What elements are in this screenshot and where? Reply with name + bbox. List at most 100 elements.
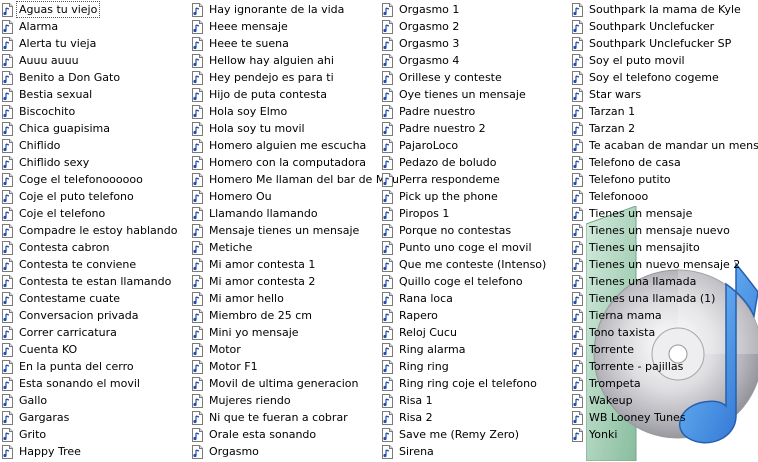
file-item[interactable]: WB Looney Tunes: [572, 409, 758, 426]
file-item[interactable]: Compadre le estoy hablando: [2, 222, 188, 239]
file-item[interactable]: Southpark Unclefucker SP: [572, 35, 758, 52]
file-item[interactable]: Bestia sexual: [2, 86, 188, 103]
file-item[interactable]: Auuu auuu: [2, 52, 188, 69]
file-item[interactable]: Homero con la computadora: [192, 154, 378, 171]
file-item[interactable]: Gargaras: [2, 409, 188, 426]
file-item[interactable]: Contesta te estan llamando: [2, 273, 188, 290]
file-item[interactable]: Mi amor contesta 2: [192, 273, 378, 290]
file-item[interactable]: Chica guapisima: [2, 120, 188, 137]
file-item[interactable]: Contesta te conviene: [2, 256, 188, 273]
file-item[interactable]: Wakeup: [572, 392, 758, 409]
file-item[interactable]: Correr carricatura: [2, 324, 188, 341]
file-item[interactable]: Tierna mama: [572, 307, 758, 324]
file-item[interactable]: Tienes un mensaje nuevo: [572, 222, 758, 239]
file-item[interactable]: Star wars: [572, 86, 758, 103]
file-item[interactable]: Torrente - pajillas: [572, 358, 758, 375]
file-item[interactable]: Contestame cuate: [2, 290, 188, 307]
file-item[interactable]: Rapero: [382, 307, 568, 324]
file-item[interactable]: Grito: [2, 426, 188, 443]
file-item[interactable]: Padre nuestro 2: [382, 120, 568, 137]
file-item[interactable]: Hijo de puta contesta: [192, 86, 378, 103]
file-item[interactable]: Cuenta KO: [2, 341, 188, 358]
file-item[interactable]: Coje el puto telefono: [2, 188, 188, 205]
file-item[interactable]: Ring alarma: [382, 341, 568, 358]
file-item[interactable]: Mi amor hello: [192, 290, 378, 307]
file-item[interactable]: Piropos 1: [382, 205, 568, 222]
file-item[interactable]: Tarzan 1: [572, 103, 758, 120]
file-item[interactable]: Quillo coge el telefono: [382, 273, 568, 290]
file-item[interactable]: Hola soy tu movil: [192, 120, 378, 137]
file-item[interactable]: Que me conteste (Intenso): [382, 256, 568, 273]
file-item[interactable]: Reloj Cucu: [382, 324, 568, 341]
file-item[interactable]: Miembro de 25 cm: [192, 307, 378, 324]
file-item[interactable]: Motor F1: [192, 358, 378, 375]
file-item[interactable]: Te acaban de mandar un mensaje: [572, 137, 758, 154]
file-item[interactable]: Mini yo mensaje: [192, 324, 378, 341]
file-item[interactable]: Benito a Don Gato: [2, 69, 188, 86]
file-item[interactable]: Tienes un mensajito: [572, 239, 758, 256]
file-list-view[interactable]: Aguas tu viejo Alarma Alerta tu vieja Auuu …: [0, 0, 758, 461]
file-item[interactable]: Yonki: [572, 426, 758, 443]
file-item[interactable]: Orgasmo 4: [382, 52, 568, 69]
file-item[interactable]: Hay ignorante de la vida: [192, 1, 378, 18]
file-item[interactable]: Punto uno coge el movil: [382, 239, 568, 256]
file-item[interactable]: Pedazo de boludo: [382, 154, 568, 171]
file-item[interactable]: Orgasmo 3: [382, 35, 568, 52]
file-item[interactable]: Coje el telefono: [2, 205, 188, 222]
file-item[interactable]: Tienes una llamada: [572, 273, 758, 290]
file-item[interactable]: En la punta del cerro: [2, 358, 188, 375]
file-item[interactable]: Esta sonando el movil: [2, 375, 188, 392]
file-item[interactable]: Porque no contestas: [382, 222, 568, 239]
file-item[interactable]: Metiche: [192, 239, 378, 256]
file-item[interactable]: Sirena: [382, 443, 568, 460]
file-item[interactable]: Chiflido: [2, 137, 188, 154]
file-item[interactable]: Padre nuestro: [382, 103, 568, 120]
file-item[interactable]: Coge el telefonoooooo: [2, 171, 188, 188]
file-item[interactable]: Tienes un mensaje: [572, 205, 758, 222]
file-item[interactable]: Contesta cabron: [2, 239, 188, 256]
file-item[interactable]: Soy el puto movil: [572, 52, 758, 69]
file-item[interactable]: Tienes un nuevo mensaje 2: [572, 256, 758, 273]
file-item[interactable]: Alarma: [2, 18, 188, 35]
file-item[interactable]: Homero Ou: [192, 188, 378, 205]
file-item[interactable]: Ni que te fueran a cobrar: [192, 409, 378, 426]
file-item[interactable]: Alerta tu vieja: [2, 35, 188, 52]
file-item[interactable]: Mujeres riendo: [192, 392, 378, 409]
file-item[interactable]: Risa 1: [382, 392, 568, 409]
file-item[interactable]: Mi amor contesta 1: [192, 256, 378, 273]
file-item[interactable]: Save me (Remy Zero): [382, 426, 568, 443]
file-item[interactable]: Hola soy Elmo: [192, 103, 378, 120]
file-item[interactable]: Oye tienes un mensaje: [382, 86, 568, 103]
file-item[interactable]: Perra respondeme: [382, 171, 568, 188]
file-item[interactable]: Soy el telefono cogeme: [572, 69, 758, 86]
file-item[interactable]: Happy Tree: [2, 443, 188, 460]
file-item[interactable]: Telefono de casa: [572, 154, 758, 171]
file-item[interactable]: Homero Me llaman del bar de Mou: [192, 171, 399, 188]
file-item[interactable]: Telefono putito: [572, 171, 758, 188]
file-item[interactable]: Homero alguien me escucha: [192, 137, 378, 154]
file-item[interactable]: Motor: [192, 341, 378, 358]
file-item[interactable]: Movil de ultima generacion: [192, 375, 378, 392]
file-item[interactable]: Hellow hay alguien ahi: [192, 52, 378, 69]
file-item[interactable]: Torrente: [572, 341, 758, 358]
file-item[interactable]: PajaroLoco: [382, 137, 568, 154]
file-item[interactable]: Chiflido sexy: [2, 154, 188, 171]
file-item[interactable]: Conversacion privada: [2, 307, 188, 324]
file-item[interactable]: Rana loca: [382, 290, 568, 307]
file-item[interactable]: Trompeta: [572, 375, 758, 392]
file-item[interactable]: Risa 2: [382, 409, 568, 426]
file-item[interactable]: Pick up the phone: [382, 188, 568, 205]
file-item[interactable]: Tienes una llamada (1): [572, 290, 758, 307]
file-item[interactable]: Ring ring: [382, 358, 568, 375]
file-item[interactable]: Heee te suena: [192, 35, 378, 52]
file-item[interactable]: Orgasmo 2: [382, 18, 568, 35]
file-item[interactable]: Mensaje tienes un mensaje: [192, 222, 378, 239]
file-item[interactable]: Orale esta sonando: [192, 426, 378, 443]
file-item[interactable]: Hey pendejo es para ti: [192, 69, 378, 86]
file-item[interactable]: Orgasmo 1: [382, 1, 568, 18]
file-item[interactable]: Gallo: [2, 392, 188, 409]
file-item[interactable]: Southpark Unclefucker: [572, 18, 758, 35]
file-item[interactable]: Tarzan 2: [572, 120, 758, 137]
file-item[interactable]: Southpark la mama de Kyle: [572, 1, 758, 18]
file-item[interactable]: Orgasmo: [192, 443, 378, 460]
